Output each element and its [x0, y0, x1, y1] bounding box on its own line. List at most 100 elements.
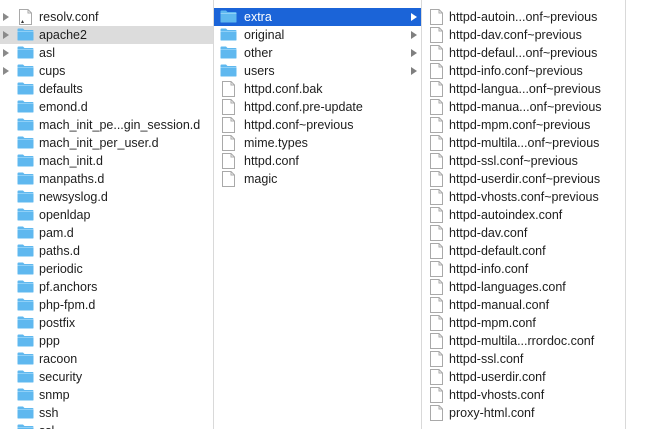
file-row[interactable]: httpd-userdir.conf~previous [422, 170, 625, 188]
item-name: httpd-multila...onf~previous [449, 136, 600, 150]
folder-icon [17, 46, 34, 59]
item-name: httpd.conf.bak [244, 82, 323, 96]
document-icon [430, 225, 443, 241]
file-row[interactable]: httpd-vhosts.conf~previous [422, 188, 625, 206]
item-name: cups [39, 64, 66, 78]
item-name: ssl [39, 422, 54, 429]
item-name: mach_init_pe...gin_session.d [39, 118, 201, 132]
file-row[interactable]: httpd-languages.conf [422, 278, 625, 296]
file-row[interactable]: httpd-mpm.conf~previous [422, 116, 625, 134]
file-row[interactable]: httpd-ssl.conf~previous [422, 152, 625, 170]
file-row[interactable]: httpd-userdir.conf [422, 368, 625, 386]
folder-row[interactable]: cups [0, 62, 213, 80]
file-row[interactable]: httpd-dav.conf~previous [422, 26, 625, 44]
file-row[interactable]: httpd.conf.bak [214, 80, 421, 98]
folder-row[interactable]: pam.d [0, 224, 213, 242]
item-name: pf.anchors [39, 280, 98, 294]
document-icon [430, 333, 443, 349]
folder-row[interactable]: paths.d [0, 242, 213, 260]
disclosure-triangle-icon[interactable] [3, 49, 9, 57]
file-row[interactable]: proxy-html.conf [422, 404, 625, 422]
item-name: httpd-ssl.conf~previous [449, 154, 578, 168]
item-name: mach_init_per_user.d [39, 136, 159, 150]
folder-icon [17, 424, 34, 429]
file-row[interactable]: resolv.conf [0, 8, 213, 26]
file-row[interactable]: httpd-default.conf [422, 242, 625, 260]
folder-row[interactable]: ssh [0, 404, 213, 422]
file-row[interactable]: magic [214, 170, 421, 188]
file-row[interactable]: httpd-manual.conf [422, 296, 625, 314]
document-icon [430, 279, 443, 295]
file-row[interactable]: httpd-manua...onf~previous [422, 98, 625, 116]
item-name: resolv.conf [39, 10, 99, 24]
item-name: ppp [39, 334, 60, 348]
document-icon [222, 99, 235, 115]
file-row[interactable]: httpd-langua...onf~previous [422, 80, 625, 98]
document-icon [430, 243, 443, 259]
folder-row[interactable]: ssl [0, 422, 213, 429]
file-row[interactable]: httpd-autoin...onf~previous [422, 8, 625, 26]
disclosure-triangle-icon[interactable] [3, 13, 9, 21]
file-row[interactable]: httpd-info.conf~previous [422, 62, 625, 80]
item-name: httpd-info.conf~previous [449, 64, 583, 78]
folder-row[interactable]: periodic [0, 260, 213, 278]
file-row[interactable]: httpd.conf.pre-update [214, 98, 421, 116]
folder-row[interactable]: postfix [0, 314, 213, 332]
folder-row[interactable]: ppp [0, 332, 213, 350]
folder-row[interactable]: manpaths.d [0, 170, 213, 188]
folder-icon [17, 208, 34, 221]
folder-row[interactable]: mach_init.d [0, 152, 213, 170]
disclosure-triangle-icon[interactable] [3, 67, 9, 75]
folder-icon [17, 100, 34, 113]
folder-row[interactable]: mach_init_pe...gin_session.d [0, 116, 213, 134]
folder-row[interactable]: defaults [0, 80, 213, 98]
file-row[interactable]: httpd.conf~previous [214, 116, 421, 134]
document-icon [430, 189, 443, 205]
column-extra[interactable]: httpd-autoin...onf~previous httpd-dav.co… [422, 0, 625, 429]
file-row[interactable]: httpd-defaul...onf~previous [422, 44, 625, 62]
item-name: ssh [39, 406, 59, 420]
file-row[interactable]: httpd-mpm.conf [422, 314, 625, 332]
folder-row[interactable]: openldap [0, 206, 213, 224]
column-apache2[interactable]: extra original other users httpd.conf.ba… [214, 0, 421, 429]
folder-row[interactable]: php-fpm.d [0, 296, 213, 314]
document-icon [430, 45, 443, 61]
folder-row[interactable]: other [214, 44, 421, 62]
document-icon [430, 369, 443, 385]
item-name: httpd-vhosts.conf [449, 388, 545, 402]
file-row[interactable]: mime.types [214, 134, 421, 152]
folder-row[interactable]: mach_init_per_user.d [0, 134, 213, 152]
disclosure-triangle-icon[interactable] [3, 31, 9, 39]
file-row[interactable]: httpd-dav.conf [422, 224, 625, 242]
file-row[interactable]: httpd-autoindex.conf [422, 206, 625, 224]
document-icon [430, 207, 443, 223]
folder-icon [17, 136, 34, 149]
folder-row[interactable]: pf.anchors [0, 278, 213, 296]
document-icon [430, 27, 443, 43]
folder-row[interactable]: snmp [0, 386, 213, 404]
folder-icon [17, 262, 34, 275]
folder-icon [17, 190, 34, 203]
folder-row[interactable]: newsyslog.d [0, 188, 213, 206]
item-name: asl [39, 46, 55, 60]
document-icon [430, 63, 443, 79]
folder-row[interactable]: asl [0, 44, 213, 62]
folder-row[interactable]: emond.d [0, 98, 213, 116]
file-row[interactable]: httpd-ssl.conf [422, 350, 625, 368]
folder-row[interactable]: original [214, 26, 421, 44]
chevron-right-icon [411, 13, 417, 21]
folder-row[interactable]: extra [214, 8, 421, 26]
document-icon [430, 297, 443, 313]
folder-row[interactable]: security [0, 368, 213, 386]
folder-row[interactable]: users [214, 62, 421, 80]
folder-row[interactable]: apache2 [0, 26, 213, 44]
column-etc[interactable]: resolv.conf apache2 asl cups defaults em… [0, 0, 213, 429]
file-row[interactable]: httpd.conf [214, 152, 421, 170]
file-row[interactable]: httpd-multila...onf~previous [422, 134, 625, 152]
file-row[interactable]: httpd-info.conf [422, 260, 625, 278]
folder-icon [17, 388, 34, 401]
folder-icon [17, 370, 34, 383]
file-row[interactable]: httpd-multila...rrordoc.conf [422, 332, 625, 350]
file-row[interactable]: httpd-vhosts.conf [422, 386, 625, 404]
folder-row[interactable]: racoon [0, 350, 213, 368]
